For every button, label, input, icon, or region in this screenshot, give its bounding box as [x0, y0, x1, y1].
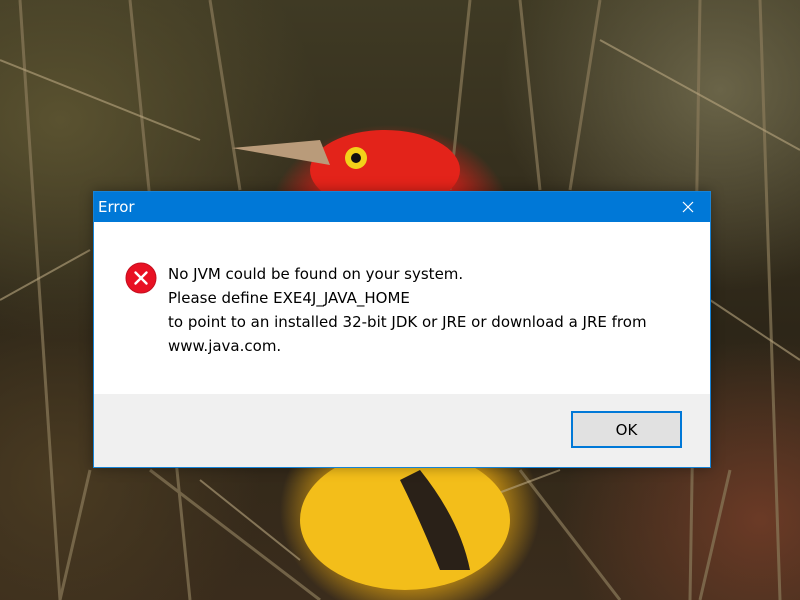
error-icon	[125, 262, 157, 294]
message-line: to point to an installed 32-bit JDK or J…	[168, 313, 647, 331]
dialog-titlebar: Error	[94, 192, 710, 222]
desktop-wallpaper: Error No JVM could be found on your syst…	[0, 0, 800, 600]
dialog-footer: OK	[94, 394, 710, 467]
message-line: Please define EXE4J_JAVA_HOME	[168, 289, 410, 307]
error-dialog: Error No JVM could be found on your syst…	[93, 191, 711, 468]
close-button[interactable]	[666, 192, 710, 222]
message-line: No JVM could be found on your system.	[168, 265, 464, 283]
ok-button[interactable]: OK	[571, 411, 682, 448]
close-icon	[682, 201, 694, 213]
ok-button-label: OK	[615, 420, 638, 439]
dialog-title: Error	[98, 198, 135, 216]
error-message: No JVM could be found on your system. Pl…	[168, 262, 698, 358]
message-line: www.java.com.	[168, 337, 282, 355]
dialog-content: No JVM could be found on your system. Pl…	[94, 222, 710, 394]
